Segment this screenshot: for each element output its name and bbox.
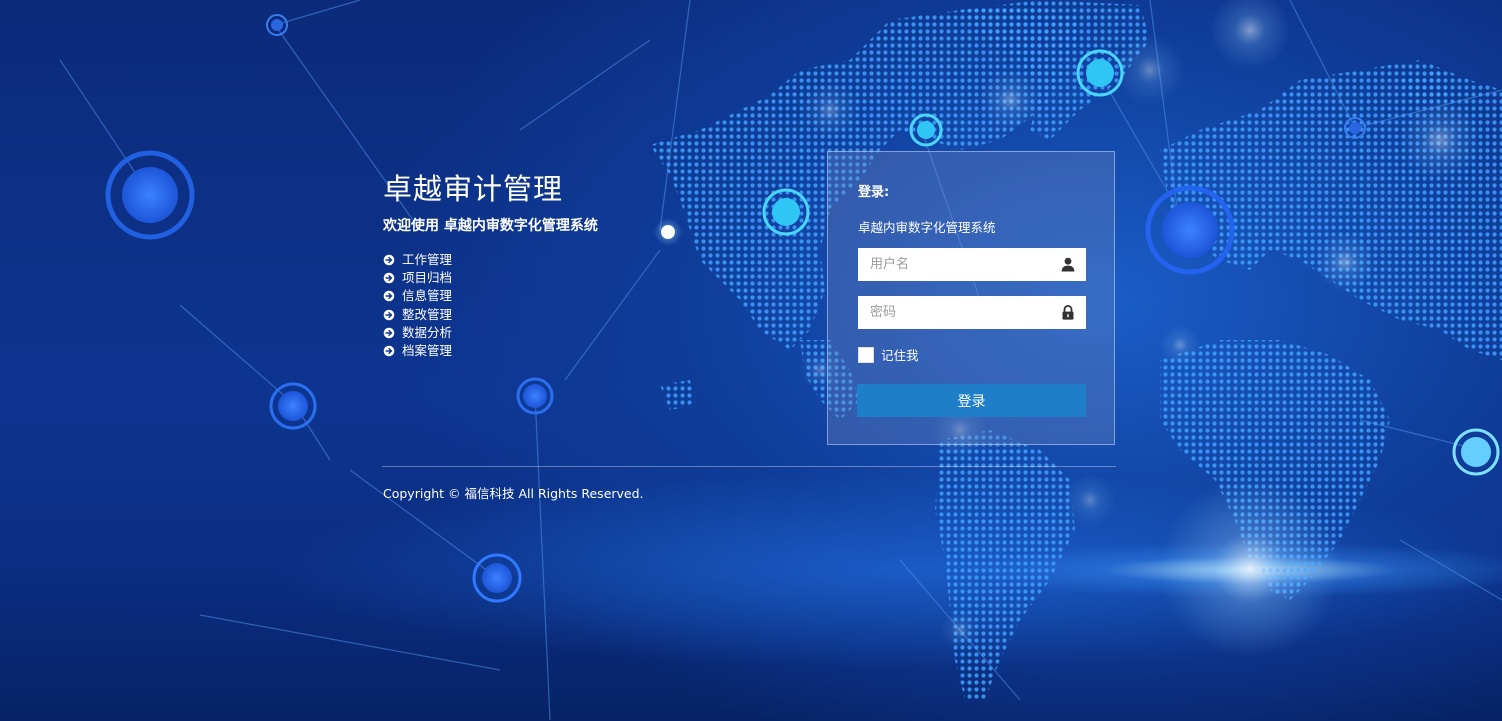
- feature-label: 数据分析: [402, 324, 453, 340]
- list-item: 工作管理: [383, 251, 452, 269]
- welcome-subtitle: 欢迎使用 卓越内审数字化管理系统: [383, 218, 598, 234]
- feature-list: 工作管理 项目归档 信息管理 整改管理 数据分析 档案管理: [383, 251, 452, 360]
- copyright-text: Copyright © 福信科技 All Rights Reserved.: [383, 486, 644, 501]
- feature-label: 信息管理: [402, 288, 453, 304]
- password-input[interactable]: [858, 296, 1048, 329]
- divider: [382, 466, 1116, 467]
- list-item: 信息管理: [383, 287, 452, 305]
- circle-arrow-right-icon: [383, 291, 395, 302]
- remember-me-label: 记住我: [881, 348, 919, 363]
- circle-arrow-right-icon: [383, 272, 395, 284]
- feature-label: 档案管理: [402, 343, 453, 359]
- username-field-wrapper: [858, 248, 1086, 281]
- list-item: 数据分析: [383, 324, 452, 342]
- login-button[interactable]: 登录: [857, 384, 1086, 417]
- list-item: 整改管理: [383, 306, 452, 324]
- feature-label: 整改管理: [402, 306, 453, 322]
- user-icon: [1061, 257, 1075, 272]
- world-map-background: [59, 0, 1502, 721]
- feature-label: 项目归档: [402, 270, 453, 286]
- login-background: 卓越审计管理 欢迎使用 卓越内审数字化管理系统 工作管理 项目归档 信息管理 整…: [0, 0, 1502, 721]
- circle-arrow-right-icon: [383, 254, 395, 266]
- login-system-name: 卓越内审数字化管理系统: [858, 220, 996, 235]
- password-field-wrapper: [858, 296, 1086, 329]
- checkbox-box[interactable]: [858, 346, 874, 363]
- feature-label: 工作管理: [402, 252, 453, 268]
- remember-me-checkbox[interactable]: 记住我: [858, 345, 919, 364]
- page-title: 卓越审计管理: [383, 172, 564, 206]
- login-panel: 登录: 卓越内审数字化管理系统 记住我 登录: [827, 151, 1115, 445]
- circle-arrow-right-icon: [383, 309, 395, 320]
- lock-icon: [1062, 305, 1074, 320]
- username-input[interactable]: [858, 248, 1048, 281]
- circle-arrow-right-icon: [383, 345, 395, 357]
- list-item: 项目归档: [383, 269, 452, 287]
- circle-arrow-right-icon: [383, 327, 395, 339]
- list-item: 档案管理: [383, 342, 452, 360]
- login-heading: 登录:: [858, 185, 890, 200]
